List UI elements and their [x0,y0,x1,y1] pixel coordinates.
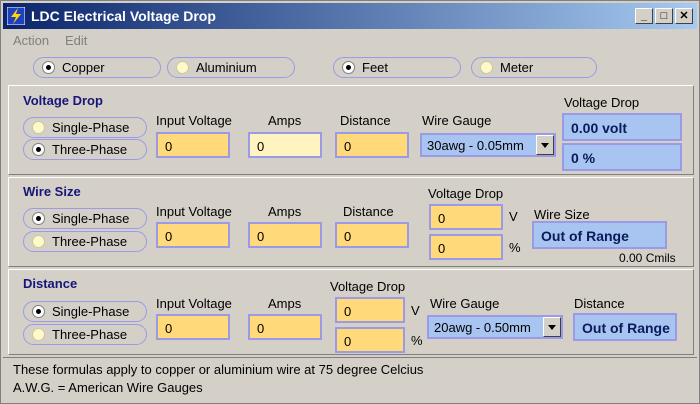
feet-radio[interactable]: Feet [333,57,461,78]
window-title: LDC Electrical Voltage Drop [31,8,216,24]
vd-distance-label: Distance [340,113,391,128]
vd-wire-gauge-value: 30awg - 0.05mm [427,138,524,153]
d-input-voltage-field[interactable]: 0 [156,314,230,340]
vd-amps-field[interactable]: 0 [248,132,322,158]
chevron-down-icon[interactable] [543,317,561,337]
lightning-icon [6,6,26,26]
vd-single-phase-radio[interactable]: Single-Phase [23,117,147,138]
vd-amps-label: Amps [268,113,302,128]
chevron-down-icon[interactable] [536,135,554,155]
menu-bar: Action Edit [3,30,697,52]
menu-edit[interactable]: Edit [65,33,87,48]
d-drop-percent-field[interactable]: 0 [335,327,405,353]
ws-drop-percent-field[interactable]: 0 [429,234,503,260]
voltage-drop-panel: Voltage Drop Single-Phase Three-Phase In… [8,85,694,175]
ws-drop-volt-field[interactable]: 0 [429,204,503,230]
footer-line-1: These formulas apply to copper or alumin… [13,362,424,377]
ws-distance-label: Distance [343,204,394,219]
d-voltage-drop-label: Voltage Drop [330,279,406,294]
d-wire-gauge-value: 20awg - 0.50mm [434,320,531,335]
ws-amps-label: Amps [268,204,302,219]
d-wire-gauge-select[interactable]: 20awg - 0.50mm [427,315,563,339]
aluminium-radio[interactable]: Aluminium [167,57,295,78]
ws-unit-pct: % [509,240,521,255]
wire-size-title: Wire Size [23,184,81,199]
ws-three-phase-radio[interactable]: Three-Phase [23,231,147,252]
d-three-phase-radio[interactable]: Three-Phase [23,324,147,345]
vd-wire-gauge-label: Wire Gauge [422,113,492,128]
vd-voltage-drop-label: Voltage Drop [564,95,640,110]
ws-wire-size-label: Wire Size [534,207,590,222]
vd-three-phase-radio[interactable]: Three-Phase [23,139,147,160]
footer-line-2: A.W.G. = American Wire Gauges [13,380,203,395]
ws-input-voltage-label: Input Voltage [156,204,232,219]
vd-wire-gauge-select[interactable]: 30awg - 0.05mm [420,133,556,157]
vd-input-voltage-field[interactable]: 0 [156,132,230,158]
radio-dot [32,328,45,341]
d-drop-volt-field[interactable]: 0 [335,297,405,323]
radio-dot [32,305,45,318]
ws-voltage-drop-label: Voltage Drop [428,186,504,201]
minimize-button[interactable]: _ [635,8,653,24]
ws-result: Out of Range [532,221,667,249]
d-distance-label: Distance [574,296,625,311]
radio-dot [176,61,189,74]
d-input-voltage-label: Input Voltage [156,296,232,311]
maximize-button[interactable]: □ [655,8,673,24]
d-unit-pct: % [411,333,423,348]
radio-dot [480,61,493,74]
ws-input-voltage-field[interactable]: 0 [156,222,230,248]
d-amps-label: Amps [268,296,302,311]
d-amps-field[interactable]: 0 [248,314,322,340]
menu-action[interactable]: Action [13,33,49,48]
vd-result-volt: 0.00 volt [562,113,682,141]
radio-dot [32,212,45,225]
ws-amps-field[interactable]: 0 [248,222,322,248]
distance-panel: Distance Single-Phase Three-Phase Input … [8,269,694,355]
vd-distance-field[interactable]: 0 [335,132,409,158]
wire-size-panel: Wire Size Single-Phase Three-Phase Input… [8,177,694,267]
radio-dot [32,121,45,134]
title-bar[interactable]: LDC Electrical Voltage Drop _ □ ✕ [3,3,697,29]
close-button[interactable]: ✕ [675,8,693,24]
d-unit-v: V [411,303,420,318]
d-wire-gauge-label: Wire Gauge [430,296,500,311]
d-result: Out of Range [573,313,677,341]
voltage-drop-title: Voltage Drop [23,93,103,108]
vd-input-voltage-label: Input Voltage [156,113,232,128]
radio-dot [342,61,355,74]
copper-radio[interactable]: Copper [33,57,161,78]
radio-dot [32,235,45,248]
radio-dot [42,61,55,74]
d-single-phase-radio[interactable]: Single-Phase [23,301,147,322]
ws-unit-v: V [509,209,518,224]
radio-dot [32,143,45,156]
meter-radio[interactable]: Meter [471,57,597,78]
distance-title: Distance [23,276,78,291]
vd-result-percent: 0 % [562,143,682,171]
ws-single-phase-radio[interactable]: Single-Phase [23,208,147,229]
app-window: LDC Electrical Voltage Drop _ □ ✕ Action… [0,0,700,404]
ws-distance-field[interactable]: 0 [335,222,409,248]
footer-note: These formulas apply to copper or alumin… [3,357,697,403]
ws-cmils: 0.00 Cmils [619,251,676,265]
